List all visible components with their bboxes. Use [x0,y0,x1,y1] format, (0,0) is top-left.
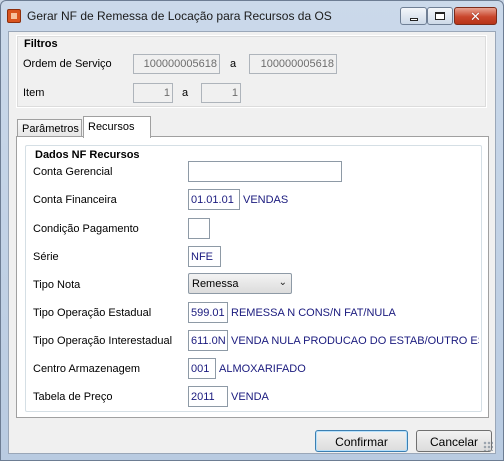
dialog-window: Gerar NF de Remessa de Locação para Recu… [0,0,504,461]
filters-panel: Filtros Ordem de Serviço 100000005618 a … [16,35,487,108]
financial-account-description: VENDAS [243,194,289,206]
storage-center-label: Centro Armazenagem [33,363,140,375]
storage-center-code-input[interactable]: 001 [188,358,216,379]
dialog-body: Filtros Ordem de Serviço 100000005618 a … [8,31,496,454]
price-table-description: VENDA [231,391,269,403]
management-account-label: Conta Gerencial [33,166,113,178]
interstate-operation-type-code-input[interactable]: 611.0N [188,330,228,351]
close-button[interactable]: ✕ [454,7,497,25]
tab-recursos[interactable]: Recursos [83,116,151,138]
price-table-label: Tabela de Preço [33,391,113,403]
confirm-button[interactable]: Confirmar [315,430,408,452]
interstate-operation-type-label: Tipo Operação Interestadual [33,335,173,347]
service-order-range-separator: a [230,58,237,70]
financial-account-code-input[interactable]: 01.01.01 [188,189,240,210]
maximize-icon [435,12,445,20]
close-icon: ✕ [470,8,481,24]
state-operation-type-description: REMESSA N CONS/N FAT/NULA [231,307,396,319]
item-from-field[interactable]: 1 [133,83,173,103]
service-order-label: Ordem de Serviço [23,58,112,70]
cancel-button[interactable]: Cancelar [416,430,492,452]
resource-data-group: Dados NF Recursos Conta Gerencial Conta … [25,145,482,412]
title-bar[interactable]: Gerar NF de Remessa de Locação para Recu… [1,1,503,31]
recursos-tab-page: Dados NF Recursos Conta Gerencial Conta … [16,136,489,418]
series-label: Série [33,251,59,263]
window-title: Gerar NF de Remessa de Locação para Recu… [27,9,332,23]
resource-data-heading: Dados NF Recursos [33,149,142,161]
item-label: Item [23,87,45,99]
service-order-from-field[interactable]: 100000005618 [133,54,220,74]
minimize-icon [409,17,418,21]
resize-grip[interactable] [483,441,493,451]
note-type-select[interactable]: Remessa ⌄ [188,273,292,294]
item-range-separator: a [182,87,189,99]
maximize-button[interactable] [427,7,453,25]
interstate-operation-type-description: VENDA NULA PRODUCAO DO ESTAB/OUTRO ESTAD… [231,335,479,347]
financial-account-label: Conta Financeira [33,194,117,206]
state-operation-type-code-input[interactable]: 599.01 [188,302,228,323]
note-type-selected-value: Remessa [192,278,239,290]
minimize-button[interactable] [400,7,427,25]
note-type-label: Tipo Nota [33,279,81,291]
chevron-down-icon: ⌄ [278,277,287,288]
payment-condition-input[interactable] [188,218,210,239]
app-icon [7,9,21,23]
item-to-field[interactable]: 1 [201,83,241,103]
state-operation-type-label: Tipo Operação Estadual [33,307,152,319]
payment-condition-label: Condição Pagamento [33,223,139,235]
filters-heading: Filtros [24,38,58,50]
series-input[interactable]: NFE [188,246,221,267]
price-table-code-input[interactable]: 2011 [188,386,228,407]
management-account-input[interactable] [188,161,342,182]
service-order-to-field[interactable]: 100000005618 [249,54,337,74]
storage-center-description: ALMOXARIFADO [219,363,306,375]
